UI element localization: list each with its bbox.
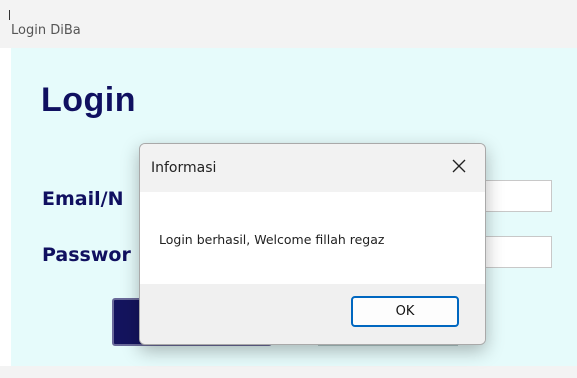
dialog-title: Informasi bbox=[151, 160, 217, 176]
title-bar: Login DiBa bbox=[0, 0, 577, 48]
window-bottom-edge bbox=[0, 366, 577, 378]
window-title: Login DiBa bbox=[11, 23, 81, 38]
password-field[interactable] bbox=[480, 236, 552, 268]
info-dialog: Informasi Login berhasil, Welcome fillah… bbox=[139, 143, 486, 345]
ok-button[interactable]: OK bbox=[351, 296, 459, 327]
dialog-message: Login berhasil, Welcome fillah regaz bbox=[159, 232, 385, 247]
password-label: Passwor bbox=[42, 244, 131, 266]
email-label: Email/N bbox=[42, 188, 124, 210]
dialog-title-bar: Informasi bbox=[140, 144, 485, 192]
email-field[interactable] bbox=[480, 180, 552, 212]
app-window: Login DiBa Login Email/N Passwor Informa… bbox=[0, 0, 577, 378]
close-icon[interactable] bbox=[447, 154, 471, 178]
dialog-body: Login berhasil, Welcome fillah regaz bbox=[140, 192, 485, 284]
title-bar-marker bbox=[9, 10, 10, 20]
dialog-footer: OK bbox=[140, 284, 485, 344]
login-heading: Login bbox=[41, 81, 137, 119]
